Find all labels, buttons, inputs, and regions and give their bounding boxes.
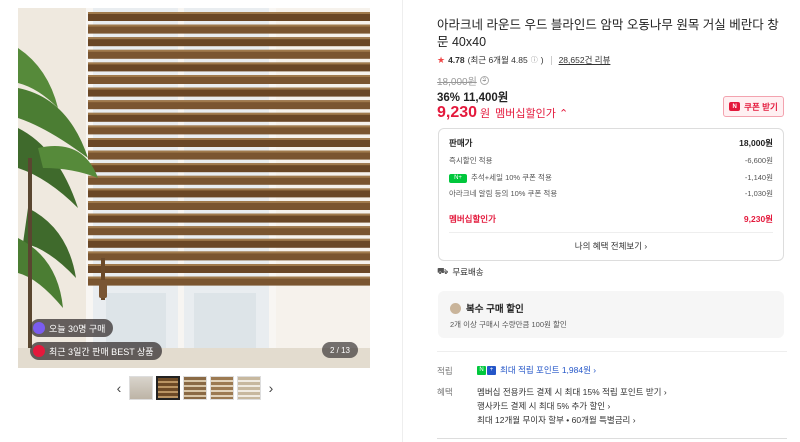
points-text[interactable]: 최대 적립 포인트 1,984원 › [500,364,596,376]
member-price-label[interactable]: 멤버십할인가 ⌃ [495,105,568,121]
breakdown-row-label: 추석+세일 10% 쿠폰 적용 [471,173,552,182]
benefit-item[interactable]: 최대 12개월 무이자 할부 • 60개월 특별금리 › [477,414,636,426]
best-seller-badge: 최근 3일간 판매 BEST 상품 [30,342,162,360]
naver-plus-badge: N+ [449,173,467,183]
breakdown-head: 판매가 18,000원 [449,137,773,149]
original-price-text: 18,000원 [437,77,477,88]
breakdown-head-label: 판매가 [449,138,473,148]
info-icon[interactable]: ⓘ [531,55,538,65]
price-breakdown-box: 판매가 18,000원 즉시할인 적용 -6,600원 N+ 추석+세일 10% … [438,128,784,261]
star-icon: ★ [437,54,446,65]
sale-price: 36% 11,400원 [437,92,509,104]
rating-row: ★ 4.78 (최근 6개월 4.85 ⓘ ) 28,652건 리뷰 [437,54,610,66]
rating-recent-close: ) [540,55,544,65]
breakdown-row-label: 즉시할인 적용 [449,156,493,165]
rating-recent: (최근 6개월 4.85 [467,55,528,65]
column-divider [402,0,403,442]
divider [437,351,787,352]
thumbnail[interactable] [183,376,207,400]
discount-icon [450,302,461,314]
best-seller-text: 최근 3일간 판매 BEST 상품 [49,346,154,357]
breakdown-row-value: -1,140원 [744,173,773,182]
coupon-button[interactable]: N 쿠폰 받기 [723,96,784,117]
original-price: 18,000원 ? [437,73,489,88]
purchase-count-badge: 오늘 30명 구매 [30,319,114,337]
help-icon[interactable]: ? [479,76,489,85]
prev-image-icon[interactable]: ‹ [112,380,126,396]
member-price-value: 9,230 [437,104,478,121]
crown-icon [33,345,45,357]
thumbnail-strip: ‹ › [112,376,278,400]
image-counter: 2 / 13 [321,342,358,358]
shipping-text: 무료배송 [452,267,484,277]
product-title: 아라크네 라운드 우드 블라인드 암막 오동나무 원목 거실 베란다 창문 40… [437,18,779,49]
multi-discount-title: 복수 구매 할인 [466,304,524,315]
benefit-item[interactable]: 행사카드 결제 시 최대 5% 추가 할인 › [477,400,610,412]
benefit-item[interactable]: 멤버십 전용카드 결제 시 최대 15% 적립 포인트 받기 › [477,386,667,398]
purchase-count-text: 오늘 30명 구매 [49,323,106,334]
coupon-button-label: 쿠폰 받기 [744,101,778,112]
member-price-row[interactable]: 9,230 원 멤버십할인가 ⌃ [437,104,568,122]
breakdown-row: 즉시할인 적용 -6,600원 [449,155,773,166]
breakdown-row-value: -1,030원 [744,189,773,198]
thumbnail[interactable] [210,376,234,400]
breakdown-total-value: 9,230원 [743,214,773,224]
thumbnail[interactable] [237,376,261,400]
points-link[interactable]: N + 최대 적립 포인트 1,984원 › [477,364,596,376]
breakdown-row-label: 아라크네 알림 등의 10% 쿠폰 적용 [449,189,558,198]
breakdown-row: 아라크네 알림 등의 10% 쿠폰 적용 -1,030원 [449,188,773,199]
divider [449,232,773,233]
naver-plus-badge: N+ [477,365,496,375]
all-benefits-link[interactable]: 나의 혜택 전체보기 › [439,240,783,252]
truck-icon: ⛟ [437,266,449,276]
multi-discount-title-row: 복수 구매 할인 [450,301,524,315]
member-price-unit: 원 [480,108,491,120]
divider [550,55,552,65]
benefits-label: 혜택 [437,387,453,397]
thumbnail[interactable] [156,376,180,400]
multi-discount-desc: 2개 이상 구매시 수량만큼 100원 할인 [450,320,567,329]
breakdown-row: N+ 추석+세일 10% 쿠폰 적용 -1,140원 [449,172,773,183]
breakdown-total: 멤버십할인가 9,230원 [449,213,773,225]
breakdown-row-value: -6,600원 [744,156,773,165]
shopping-bag-icon [33,322,45,334]
rating-score: 4.78 [448,55,465,65]
multi-purchase-discount: 복수 구매 할인 2개 이상 구매시 수량만큼 100원 할인 [438,291,784,338]
coupon-icon: N [729,102,741,111]
review-count-link[interactable]: 28,652건 리뷰 [559,54,611,66]
next-image-icon[interactable]: › [264,380,278,396]
shipping-row: ⛟ 무료배송 [437,266,484,278]
product-main-image[interactable]: 오늘 30명 구매 최근 3일간 판매 BEST 상품 2 / 13 [18,8,370,368]
divider [437,438,787,439]
breakdown-head-value: 18,000원 [739,138,773,148]
thumbnail[interactable] [129,376,153,400]
points-label: 적립 [437,366,453,376]
breakdown-total-label: 멤버십할인가 [449,214,496,224]
